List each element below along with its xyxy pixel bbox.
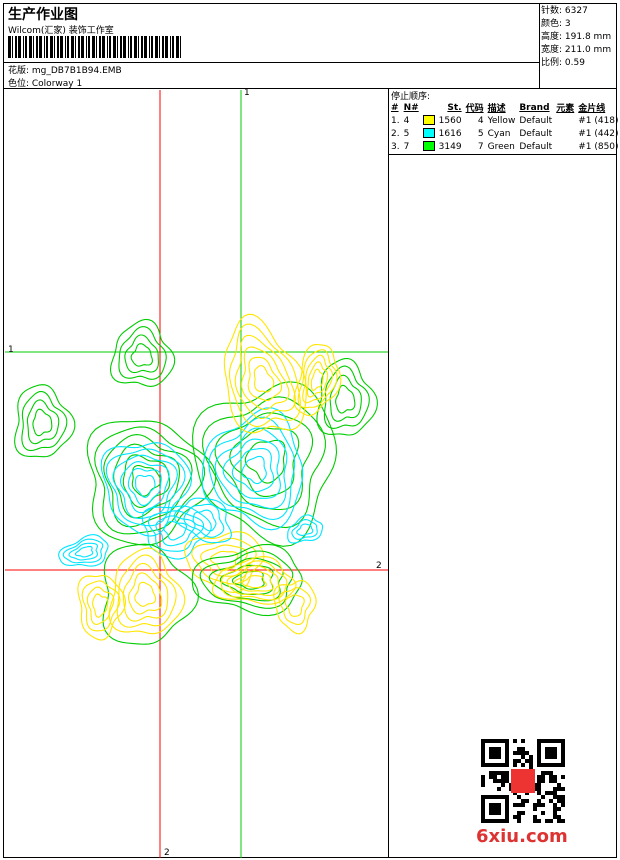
stitch-ring — [201, 407, 304, 531]
stitch-ring — [293, 343, 342, 417]
color-swatch — [422, 115, 435, 126]
column-header: # — [391, 102, 399, 113]
stat-row: 宽度: 211.0 mm — [541, 45, 612, 55]
column-header: St. — [447, 102, 462, 113]
stop-sequence-table: # N# St. 代码 描述 Brand 元素 金片线 1. 4 1560 4 Ye… — [389, 101, 620, 153]
panel-divider — [388, 88, 389, 858]
stitch-ring — [124, 334, 159, 374]
table-row: 1. 4 1560 4 Yellow Default #1 (418) — [391, 115, 619, 126]
page-title: 生产作业图 — [8, 7, 78, 23]
stat-row: 高度: 191.8 mm — [541, 32, 612, 42]
studio-name: Wilcom(汇家) 装饰工作室 — [8, 26, 114, 36]
axis-label-green-horizontal: 1 — [8, 345, 14, 355]
qr-code — [481, 739, 565, 823]
column-header: 描述 — [487, 104, 506, 114]
table-header-row: # N# St. 代码 描述 Brand 元素 金片线 — [389, 101, 620, 115]
axis-label-red-vertical: 2 — [164, 848, 170, 858]
header-divider-vertical — [539, 3, 540, 88]
stitch-ring — [134, 581, 157, 607]
stats-panel: 针数: 6327 颜色: 3 高度: 191.8 mm 宽度: 211.0 mm… — [541, 5, 611, 70]
colorway-label: 色位: Colorway 1 — [8, 79, 83, 89]
table-row: 3. 7 3149 7 Green Default #1 (850) — [391, 141, 619, 152]
stop-table-bottom-rule — [388, 154, 617, 155]
stitch-ring — [32, 408, 53, 437]
column-header: 元素 — [556, 104, 575, 114]
stitch-ring — [310, 368, 324, 391]
table-row: 2. 5 1616 5 Cyan Default #1 (442) — [391, 128, 619, 139]
stitch-ring — [108, 547, 186, 635]
header-bottom-rule — [3, 88, 617, 89]
stitch-ring — [21, 390, 68, 452]
watermark-logo: 6xiu.com — [476, 826, 568, 847]
column-header: N# — [403, 102, 419, 113]
barcode — [8, 36, 181, 58]
stitch-ring — [253, 365, 275, 393]
stat-row: 比例: 0.59 — [541, 58, 585, 68]
embroidery-preview — [5, 90, 388, 858]
stitch-ring — [130, 343, 153, 367]
stat-row: 颜色: 3 — [541, 19, 571, 29]
stitch-ring — [68, 542, 99, 561]
column-header: 代码 — [465, 104, 484, 114]
stitch-ring — [127, 572, 163, 615]
color-swatch — [422, 141, 435, 152]
design-file-label: 花版: mg_DB7B1B94.EMB — [8, 66, 122, 76]
stitch-ring — [323, 365, 370, 429]
stitch-ring — [192, 509, 217, 532]
column-header: Brand — [519, 102, 550, 113]
column-header: 金片线 — [578, 104, 606, 114]
stitch-ring — [74, 545, 94, 558]
axis-label-green-vertical: 1 — [244, 88, 250, 98]
stitch-ring — [302, 354, 334, 404]
stitch-ring — [200, 544, 248, 577]
stitch-ring — [284, 594, 305, 617]
color-swatch — [422, 128, 435, 139]
axis-label-red-horizontal: 2 — [376, 561, 382, 571]
stat-row: 针数: 6327 — [541, 6, 588, 16]
